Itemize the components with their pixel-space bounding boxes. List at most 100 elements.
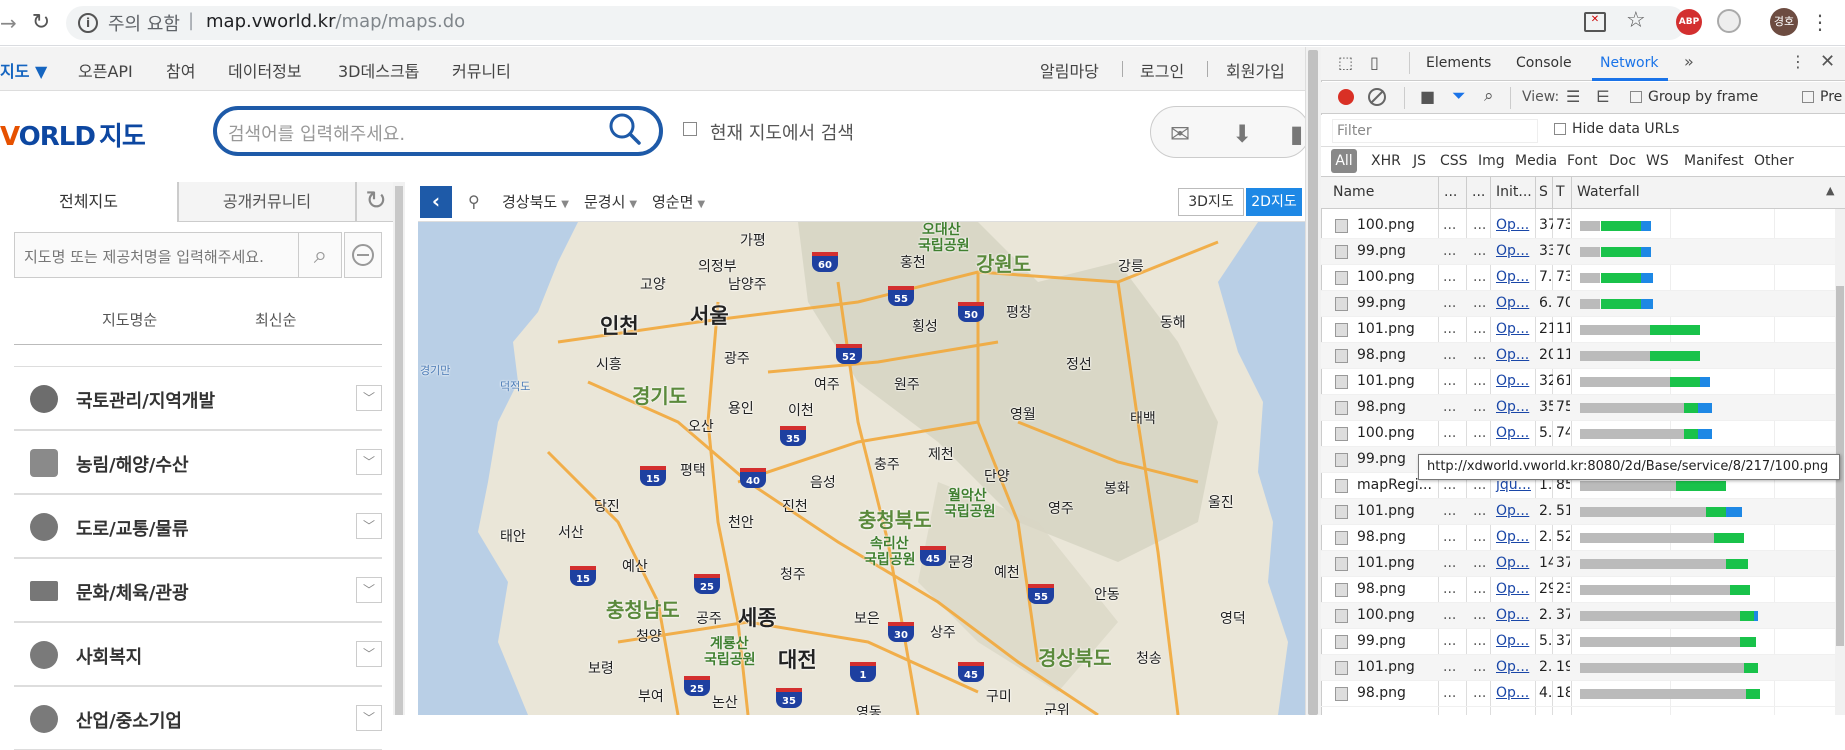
col-waterfall[interactable]: Waterfall (1577, 184, 1640, 200)
request-row[interactable]: 99.png...... Op... 5. 37 (1321, 629, 1835, 655)
current-map-search-checkbox[interactable] (683, 122, 697, 136)
group-by-frame-checkbox[interactable] (1630, 91, 1642, 103)
overview-icon[interactable]: ⋿ (1596, 87, 1610, 106)
url-text[interactable]: map.vworld.kr/map/maps.do (206, 11, 465, 32)
2d-map-button[interactable]: 2D지도 (1246, 188, 1302, 216)
clear-icon[interactable] (1368, 88, 1386, 106)
filter-doc[interactable]: Doc (1609, 153, 1636, 169)
col-name[interactable]: Name (1333, 184, 1374, 200)
extension-icon[interactable] (1717, 9, 1741, 33)
filter-font[interactable]: Font (1567, 153, 1597, 169)
info-icon[interactable]: i (78, 13, 98, 33)
nav-map[interactable]: 지도 ▼ (0, 58, 47, 82)
nav-participate[interactable]: 참여 (166, 58, 195, 82)
map-search-icon[interactable]: ⌕ (298, 232, 342, 278)
category-welfare[interactable]: 사회복지 ﹀ (14, 622, 382, 686)
tab-elements[interactable]: Elements (1426, 55, 1491, 71)
filter-js[interactable]: JS (1413, 153, 1426, 169)
request-row[interactable]: 98.png...... Op... 4. 18 (1321, 681, 1835, 707)
request-row[interactable]: 98.png...... Op... 29 23 (1321, 577, 1835, 603)
chevron-down-icon[interactable]: ﹀ (356, 449, 382, 475)
tab-public-community[interactable]: 공개커뮤니티 (178, 182, 356, 222)
3d-map-button[interactable]: 3D지도 (1178, 188, 1244, 216)
tab-all-maps[interactable]: 전체지도 (0, 182, 178, 222)
request-row[interactable]: 98.png...... Op... 35 75 (1321, 395, 1835, 421)
page-scroll-thumb[interactable] (1308, 50, 1318, 715)
browser-menu-icon[interactable]: ⋮ (1810, 8, 1830, 38)
chevron-down-icon[interactable]: ﹀ (356, 641, 382, 667)
left-panel-scroll-thumb[interactable] (395, 186, 403, 715)
category-land-management[interactable]: 국토관리/지역개발 ﹀ (14, 366, 382, 430)
map-search-input[interactable]: 지도명 또는 제공처명을 입력해주세요. (24, 246, 264, 267)
category-industry[interactable]: 산업/중소기업 ﹀ (14, 686, 382, 750)
nav-datainfo[interactable]: 데이터정보 (228, 58, 302, 82)
request-row[interactable]: 100.png...... Op... 5. 74 (1321, 421, 1835, 447)
nav-login[interactable]: 로그인 (1140, 58, 1184, 82)
request-row[interactable]: 99.png...... Op... 6. 70 (1321, 291, 1835, 317)
filter-other[interactable]: Other (1754, 153, 1794, 169)
filter-funnel-icon[interactable]: ⏷ (1452, 86, 1466, 106)
location-city[interactable]: 문경시 ▼ (584, 191, 637, 212)
device-toolbar-icon[interactable]: ▯ (1370, 53, 1379, 72)
category-culture[interactable]: 문화/체육/관광 ﹀ (14, 558, 382, 622)
record-icon[interactable] (1338, 89, 1354, 105)
mail-icon[interactable]: ✉ (1170, 120, 1190, 148)
insecure-label[interactable]: 주의 요함 (108, 10, 180, 36)
search-input[interactable]: 검색어를 입력해주세요. (228, 120, 405, 146)
request-row[interactable]: 101.png...... Op... 2. 51 (1321, 499, 1835, 525)
nav-notice[interactable]: 알림마당 (1040, 58, 1099, 82)
nav-3d-desktop[interactable]: 3D데스크톱 (338, 58, 419, 82)
request-row[interactable]: 98.png...... Op... 20 11 (1321, 343, 1835, 369)
filter-css[interactable]: CSS (1440, 153, 1468, 169)
request-row[interactable]: 100.png...... Op... 2. 37 (1321, 603, 1835, 629)
chevron-down-icon[interactable]: ﹀ (356, 577, 382, 603)
screenshot-camera-icon[interactable]: ■ (1420, 87, 1435, 106)
print-icon[interactable]: ▮ (1290, 120, 1303, 148)
filter-all[interactable]: All (1331, 149, 1357, 173)
request-row[interactable]: 101.png...... Op... 21 11 (1321, 317, 1835, 343)
chevron-down-icon[interactable]: ﹀ (356, 705, 382, 731)
devtools-menu-icon[interactable]: ⋮ (1790, 52, 1806, 71)
bookmark-star-icon[interactable]: ☆ (1626, 8, 1646, 33)
nav-openapi[interactable]: 오픈API (78, 58, 133, 82)
sort-by-name[interactable]: 지도명순 (102, 309, 157, 330)
preserve-log-label[interactable]: Pre (1820, 89, 1842, 105)
sort-by-latest[interactable]: 최신순 (255, 309, 296, 330)
request-row[interactable]: 100.png...... Op... 7. 73 (1321, 265, 1835, 291)
sort-ascending-icon[interactable]: ▲ (1826, 184, 1834, 197)
search-icon[interactable]: ⌕ (1484, 86, 1494, 106)
chevron-down-icon[interactable]: ﹀ (356, 513, 382, 539)
profile-avatar[interactable]: 경호 (1770, 8, 1798, 36)
filter-media[interactable]: Media (1515, 153, 1557, 169)
filter-img[interactable]: Img (1478, 153, 1505, 169)
request-row[interactable]: 99.png...... Op... 33 70 (1321, 239, 1835, 265)
category-transport[interactable]: 도로/교통/물류 ﹀ (14, 494, 382, 558)
download-icon[interactable]: ⬇ (1232, 120, 1252, 148)
tab-console[interactable]: Console (1516, 55, 1572, 71)
close-icon[interactable]: ✕ (1820, 51, 1835, 72)
col-type[interactable]: ... (1472, 184, 1485, 200)
col-size[interactable]: S (1539, 184, 1548, 200)
reload-icon[interactable]: ↻ (28, 10, 54, 36)
category-agriculture[interactable]: 농림/해양/수산 ﹀ (14, 430, 382, 494)
request-row[interactable]: 98.png...... Op... 2. 52 (1321, 525, 1835, 551)
location-town[interactable]: 영순면 ▼ (652, 191, 705, 212)
nav-community[interactable]: 커뮤니티 (452, 58, 511, 82)
panel-toggle-chevron-icon[interactable]: ‹ (420, 186, 452, 218)
preserve-log-checkbox[interactable] (1802, 91, 1814, 103)
col-status[interactable]: ... (1444, 184, 1457, 200)
location-province[interactable]: 경상북도 ▼ (502, 191, 569, 212)
hide-data-urls-label[interactable]: Hide data URLs (1572, 121, 1679, 137)
hide-data-urls-checkbox[interactable] (1554, 123, 1566, 135)
filter-xhr[interactable]: XHR (1371, 153, 1401, 169)
filter-ws[interactable]: WS (1646, 153, 1669, 169)
map-canvas[interactable]: 가평 오대산 국립공원 홍천 강원도 강릉 의정부 고양 남양주 인천 서울 횡… (418, 222, 1305, 715)
filter-input[interactable]: Filter (1332, 119, 1538, 143)
request-row[interactable]: 101.png...... Op... 32 61 (1321, 369, 1835, 395)
request-row[interactable]: 100.png...... Op... 37 73 (1321, 213, 1835, 239)
more-tabs-icon[interactable]: » (1684, 52, 1694, 71)
chevron-down-icon[interactable]: ﹀ (356, 385, 382, 411)
col-initiator[interactable]: Init... (1496, 184, 1532, 200)
adblock-extension-icon[interactable]: ABP (1676, 9, 1702, 35)
tab-network[interactable]: Network (1600, 55, 1658, 71)
